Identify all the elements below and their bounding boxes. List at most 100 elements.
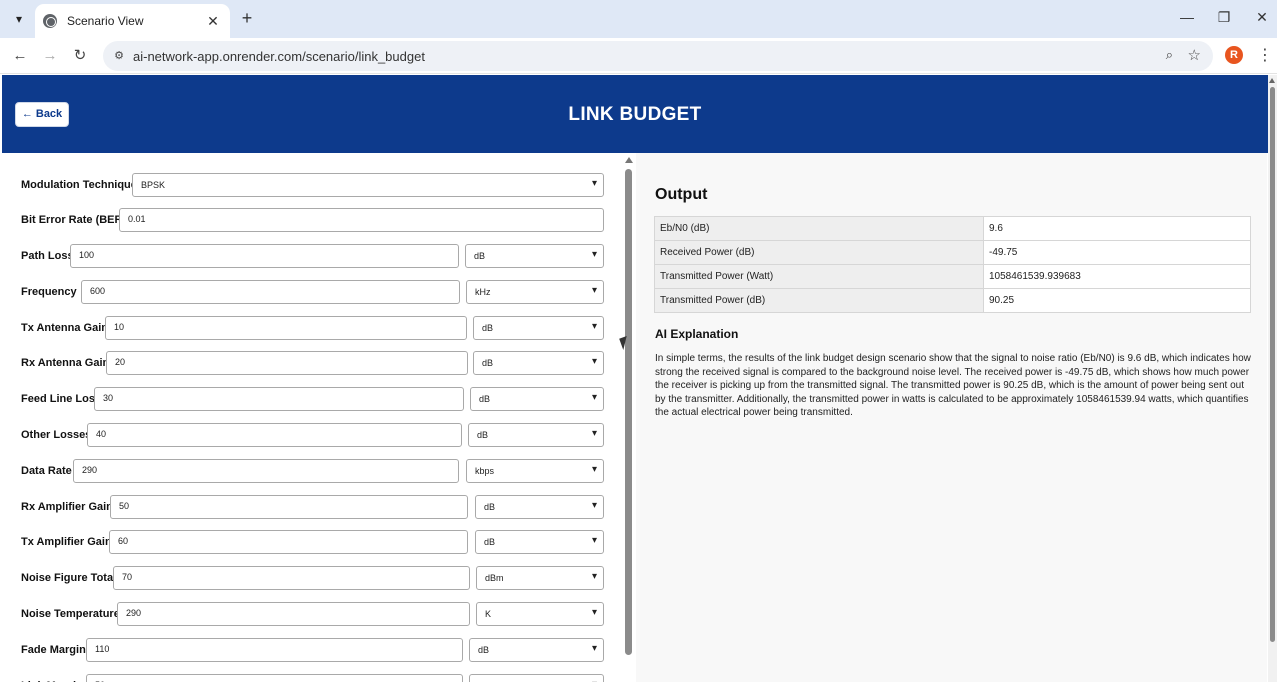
profile-avatar[interactable]: R: [1225, 46, 1243, 64]
ber-label: Bit Error Rate (BER): [21, 214, 127, 226]
page-title: LINK BUDGET: [568, 104, 702, 125]
output-row: Eb/N0 (dB) 9.6: [654, 216, 1251, 241]
zoom-icon[interactable]: ⌕: [1166, 47, 1173, 63]
url-text[interactable]: ai-network-app.onrender.com/scenario/lin…: [133, 49, 425, 64]
noise-figure-total-unit-value: dBm: [485, 573, 504, 584]
tx-amplifier-gain-input[interactable]: 60: [109, 530, 468, 555]
fade-margin-unit-select[interactable]: dB ▾: [469, 637, 604, 662]
data-rate-input[interactable]: 290: [73, 458, 459, 483]
output-key: Transmitted Power (dB): [654, 288, 984, 313]
tx-amplifier-gain-unit-select[interactable]: dB ▾: [475, 530, 604, 555]
chevron-down-icon: ▾: [591, 499, 597, 511]
reload-icon[interactable]: ↻: [69, 45, 91, 67]
chevron-down-icon: ▾: [591, 535, 597, 547]
frequency-unit-value: kHz: [475, 286, 491, 297]
noise-figure-total-input[interactable]: 70: [113, 566, 470, 591]
more-menu-icon[interactable]: ⋮: [1257, 45, 1273, 65]
chevron-down-icon: ▾: [591, 571, 597, 583]
path-loss-input[interactable]: 100: [70, 244, 459, 268]
close-window-icon[interactable]: ✕: [1252, 9, 1272, 26]
feed-line-loss-label: Feed Line Loss: [21, 393, 102, 406]
rx-amplifier-gain-row: Rx Amplifier Gain 50 dB ▾: [21, 494, 604, 519]
chevron-down-icon: ▾: [591, 249, 597, 260]
feed-line-loss-row: Feed Line Loss 30 dB ▾: [21, 387, 604, 412]
chevron-down-icon: ▾: [591, 392, 597, 404]
chevron-down-icon: ▾: [591, 284, 597, 296]
rx-amplifier-gain-unit-select[interactable]: dB ▾: [475, 494, 604, 519]
browser-tab-active[interactable]: Scenario View ✕: [35, 4, 230, 38]
frequency-input[interactable]: 600: [81, 279, 460, 304]
tx-antenna-gain-row: Tx Antenna Gain 10 dB ▾: [21, 315, 604, 340]
form-scrollbar[interactable]: [622, 153, 636, 682]
close-tab-icon[interactable]: ✕: [204, 13, 222, 30]
feed-line-loss-unit-value: dB: [479, 394, 491, 405]
bookmark-star-icon[interactable]: ☆: [1188, 46, 1201, 64]
tab-search-chevron-icon[interactable]: ▾: [8, 8, 30, 30]
input-form-panel: Modulation Technique BPSK ▾ Bit Error Ra…: [2, 153, 622, 682]
page-scrollbar[interactable]: [1268, 75, 1277, 682]
rx-antenna-gain-unit-select[interactable]: dB ▾: [473, 351, 604, 376]
chevron-down-icon: ▾: [591, 463, 597, 475]
fade-margin-unit-value: dB: [478, 644, 490, 655]
minimize-icon[interactable]: —: [1177, 9, 1197, 25]
tx-antenna-gain-input[interactable]: 10: [105, 315, 467, 340]
site-info-icon[interactable]: ⚙: [111, 48, 127, 64]
output-value: 90.25: [983, 288, 1251, 313]
tab-title: Scenario View: [67, 14, 144, 28]
ai-explanation-heading: AI Explanation: [655, 327, 739, 341]
chevron-down-icon: ▾: [591, 178, 597, 189]
tx-antenna-gain-unit-select[interactable]: dB ▾: [473, 315, 604, 340]
other-losses-row: Other Losses 40 dB ▾: [21, 423, 604, 447]
frequency-unit-select[interactable]: kHz ▾: [466, 279, 604, 304]
noise-temperature-input[interactable]: 290: [117, 602, 470, 626]
rx-antenna-gain-input[interactable]: 20: [106, 351, 468, 376]
chevron-down-icon: ▾: [591, 642, 597, 654]
fade-margin-input[interactable]: 110: [86, 637, 463, 662]
data-rate-unit-value: kbps: [475, 465, 495, 476]
fade-margin-row: Fade Margin 110 dB ▾: [21, 637, 604, 662]
rx-amplifier-gain-input[interactable]: 50: [110, 494, 468, 519]
ber-row: Bit Error Rate (BER) 0.01: [21, 208, 604, 232]
other-losses-input[interactable]: 40: [87, 423, 462, 447]
new-tab-plus-icon[interactable]: +: [237, 8, 257, 28]
path-loss-unit-select[interactable]: dB ▾: [465, 244, 604, 268]
forward-arrow-icon[interactable]: →: [39, 45, 61, 67]
rx-amplifier-gain-unit-value: dB: [484, 501, 496, 512]
frequency-label: Frequency: [21, 285, 77, 298]
frequency-row: Frequency 600 kHz ▾: [21, 279, 604, 304]
tx-amplifier-gain-unit-value: dB: [484, 537, 496, 548]
back-arrow-icon[interactable]: ←: [9, 45, 31, 67]
noise-temperature-label: Noise Temperature: [21, 608, 120, 620]
scroll-up-arrow-icon[interactable]: [625, 157, 633, 163]
path-loss-label: Path Loss: [21, 250, 74, 262]
noise-temperature-unit-select[interactable]: K ▾: [476, 602, 604, 626]
modulation-row: Modulation Technique BPSK ▾: [21, 173, 604, 197]
modulation-label: Modulation Technique: [21, 179, 137, 191]
data-rate-label: Data Rate: [21, 464, 72, 477]
rx-antenna-gain-label: Rx Antenna Gain: [21, 357, 110, 370]
tx-amplifier-gain-label: Tx Amplifier Gain: [21, 536, 112, 549]
link-margin-input[interactable]: 50: [86, 673, 463, 682]
link-margin-unit-select[interactable]: dB▾: [469, 673, 604, 682]
data-rate-unit-select[interactable]: kbps ▾: [466, 458, 604, 483]
data-rate-row: Data Rate 290 kbps ▾: [21, 458, 604, 483]
tx-antenna-gain-label: Tx Antenna Gain: [21, 321, 108, 334]
restore-icon[interactable]: ❐: [1214, 9, 1234, 26]
feed-line-loss-input[interactable]: 30: [94, 387, 464, 412]
noise-temperature-unit-value: K: [485, 609, 492, 619]
noise-figure-total-label: Noise Figure Total: [21, 572, 117, 585]
page-scroll-thumb[interactable]: [1270, 87, 1275, 642]
browser-toolbar: ← → ↻ ⚙ ai-network-app.onrender.com/scen…: [0, 38, 1277, 74]
address-bar[interactable]: ⚙ ai-network-app.onrender.com/scenario/l…: [103, 41, 1213, 71]
fade-margin-label: Fade Margin: [21, 643, 86, 656]
noise-figure-total-row: Noise Figure Total 70 dBm ▾: [21, 566, 604, 591]
other-losses-unit-select[interactable]: dB ▾: [468, 423, 604, 447]
output-key: Eb/N0 (dB): [654, 216, 984, 241]
modulation-select[interactable]: BPSK ▾: [132, 173, 604, 197]
page-scroll-up-icon[interactable]: [1269, 78, 1275, 83]
feed-line-loss-unit-select[interactable]: dB ▾: [470, 387, 604, 412]
ber-input[interactable]: 0.01: [119, 208, 604, 232]
noise-figure-total-unit-select[interactable]: dBm ▾: [476, 566, 604, 591]
scroll-thumb[interactable]: [625, 169, 632, 655]
output-heading: Output: [655, 186, 708, 203]
